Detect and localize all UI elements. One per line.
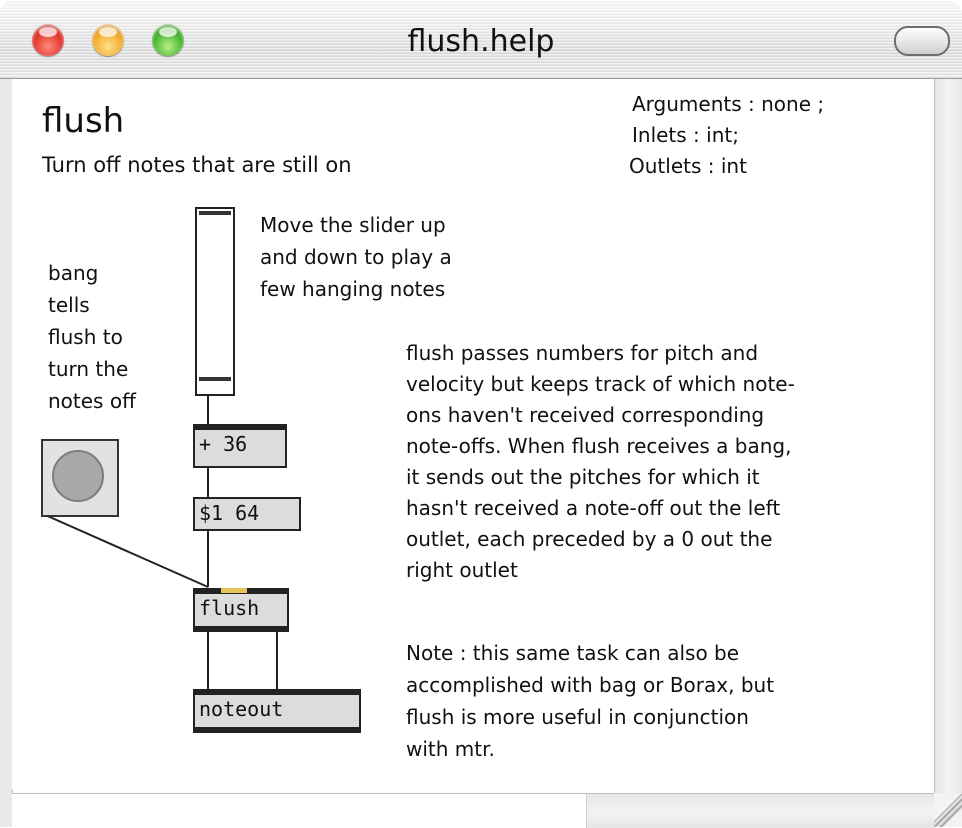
slider-comment-line: and down to play a <box>260 245 452 269</box>
resize-grip-icon[interactable] <box>934 793 962 827</box>
description-line: flush passes numbers for pitch and <box>406 341 759 365</box>
noteout-object[interactable]: noteout <box>193 689 361 733</box>
description-line: hasn't received a note-off out the left <box>406 496 781 520</box>
patcher-canvas[interactable]: flush Turn off notes that are still on A… <box>12 79 934 789</box>
message-box[interactable]: $1 64 <box>193 497 301 531</box>
vertical-scrollbar[interactable] <box>934 79 962 795</box>
slider-top-edge <box>199 211 231 215</box>
slider-comment-line: few hanging notes <box>260 277 446 301</box>
add-object[interactable]: + 36 <box>193 424 287 468</box>
patch-title: flush <box>42 101 125 141</box>
note-line: accomplished with bag or Borax, but <box>406 673 775 697</box>
flush-left-inlet[interactable] <box>221 588 247 593</box>
inlets-text: Inlets : int; <box>632 123 739 147</box>
note-line: flush is more useful in conjunction <box>406 705 749 729</box>
add-object-label: + 36 <box>199 432 248 456</box>
slider-comment-line: Move the slider up <box>260 213 446 237</box>
description-line: note-offs. When flush receives a bang, <box>406 434 792 458</box>
bang-comment-line: tells <box>48 293 90 317</box>
outlets-text: Outlets : int <box>629 154 747 178</box>
title-bar[interactable]: flush.help <box>0 0 962 79</box>
arguments-text: Arguments : none ; <box>632 92 825 116</box>
flush-outlet[interactable] <box>221 627 247 632</box>
description-line: right outlet <box>406 558 518 582</box>
cord-bang-to-flush <box>42 513 209 588</box>
bang-comment-line: bang <box>48 261 99 285</box>
scrollbar-track <box>12 794 587 828</box>
note-line: with mtr. <box>406 737 495 761</box>
patcher-window: flush.help flush Turn off notes that are… <box>0 0 962 828</box>
slider-knob[interactable] <box>199 376 231 381</box>
bang-button[interactable] <box>41 439 119 517</box>
flush-object[interactable]: flush <box>193 588 289 632</box>
toolbar-toggle-button[interactable] <box>894 26 950 56</box>
note-line: Note : this same task can also be <box>406 641 740 665</box>
patch-subtitle: Turn off notes that are still on <box>42 153 352 177</box>
message-box-label: $1 64 <box>199 501 260 525</box>
pitch-slider[interactable] <box>195 207 235 396</box>
bang-circle-icon <box>52 450 104 502</box>
description-line: outlet, each preceded by a 0 out the <box>406 527 773 551</box>
bang-comment-line: flush to <box>48 325 123 349</box>
description-line: velocity but keeps track of which note- <box>406 372 795 396</box>
window-title: flush.help <box>407 24 555 59</box>
noteout-object-label: noteout <box>199 697 284 721</box>
description-line: ons haven't received corresponding <box>406 403 765 427</box>
bang-comment-line: notes off <box>48 389 136 413</box>
horizontal-scrollbar[interactable] <box>12 793 934 828</box>
flush-object-label: flush <box>199 596 260 620</box>
description-line: it sends out the pitches for which it <box>406 465 760 489</box>
bang-comment-line: turn the <box>48 357 129 381</box>
